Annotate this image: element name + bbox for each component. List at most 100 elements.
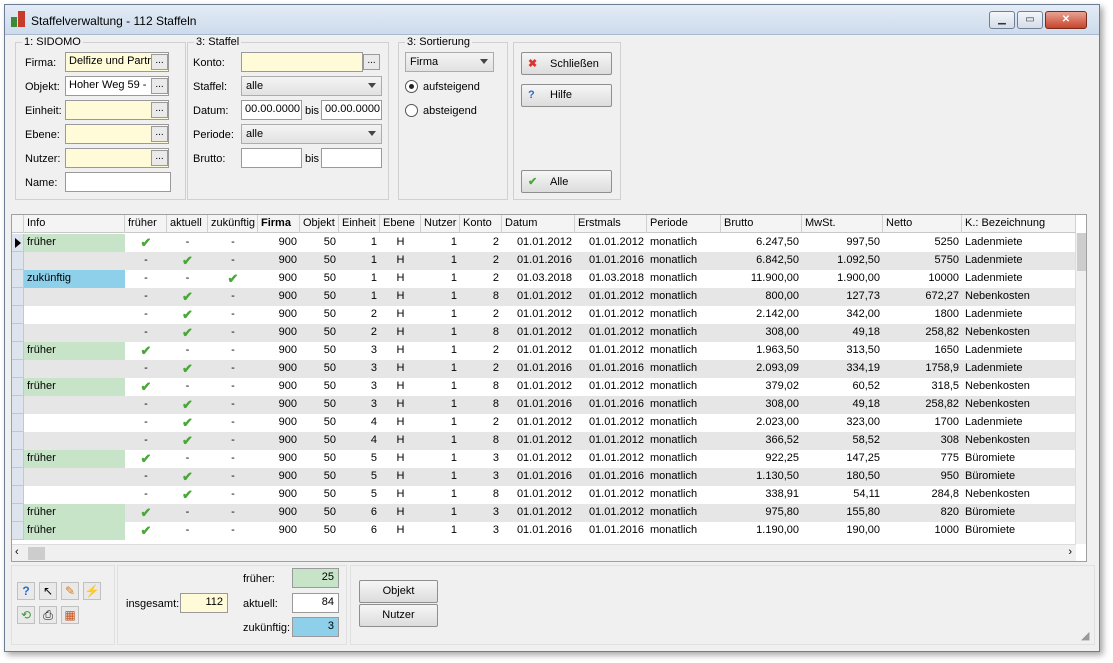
column-header-periode[interactable]: Periode (647, 215, 721, 233)
cell-firma: 900 (278, 506, 297, 518)
einheit-browse-button[interactable]: ... (151, 102, 168, 118)
row-selector[interactable] (12, 360, 24, 378)
staffel-table[interactable]: Info früher aktuell zukünftig Firma Objekt Ein… (11, 214, 1087, 562)
column-header-objekt[interactable]: Objekt (300, 215, 339, 233)
cell-konto: 8 (492, 290, 499, 302)
refresh-icon[interactable]: ⟲ (17, 606, 35, 624)
datum-from-field[interactable]: 00.00.0000 (241, 100, 302, 120)
scroll-right-icon[interactable]: › (1068, 546, 1072, 558)
row-selector[interactable] (12, 234, 24, 252)
firma-browse-button[interactable]: ... (151, 54, 168, 70)
name-label: Name: (25, 177, 58, 189)
row-selector[interactable] (12, 414, 24, 432)
table-row[interactable]: - ✔ - 900 50 2 H 1 2 01.01.2012 01.01.2012 monatlic… (12, 306, 1076, 324)
alle-button[interactable]: ✔ Alle (521, 170, 612, 193)
column-header-ebene[interactable]: Ebene (380, 215, 421, 233)
sort-descending-radio[interactable] (405, 104, 418, 117)
row-selector[interactable] (12, 342, 24, 360)
column-header-nutzer[interactable]: Nutzer (421, 215, 460, 233)
cell-bez: Büromiete (965, 470, 1016, 482)
row-selector[interactable] (12, 504, 24, 522)
nutzer-button[interactable]: Nutzer (359, 604, 438, 627)
brutto-from-field[interactable] (241, 148, 302, 168)
objekt-button[interactable]: Objekt (359, 580, 438, 603)
column-header-datum[interactable]: Datum (502, 215, 575, 233)
sort-field-select[interactable]: Firma (405, 52, 494, 72)
table-row[interactable]: früher ✔ - - 900 50 3 H 1 8 01.01.2012 01.01.2012 mo… (12, 378, 1076, 396)
help-icon[interactable]: ? (17, 582, 35, 600)
scroll-left-icon[interactable]: ‹ (15, 546, 19, 558)
staffel-select-value: alle (246, 80, 264, 92)
column-header-einheit[interactable]: Einheit (339, 215, 380, 233)
name-field[interactable] (65, 172, 171, 192)
konto-field[interactable] (241, 52, 363, 72)
row-selector[interactable] (12, 468, 24, 486)
table-row[interactable]: früher ✔ - - 900 50 1 H 1 2 01.01.2012 01.01.2012 mo… (12, 234, 1076, 252)
column-header-firma[interactable]: Firma (258, 215, 300, 233)
vertical-scrollbar[interactable] (1075, 233, 1086, 544)
table-row[interactable]: - ✔ - 900 50 3 H 1 2 01.01.2016 01.01.2016 monatlic… (12, 360, 1076, 378)
minimize-button[interactable]: ▁ (989, 11, 1015, 29)
sort-ascending-radio[interactable] (405, 80, 418, 93)
periode-select[interactable]: alle (241, 124, 382, 144)
cell-objekt: 50 (323, 398, 336, 410)
vertical-scroll-thumb[interactable] (1077, 233, 1086, 271)
pencil-icon[interactable]: ✎ (61, 582, 79, 600)
print-icon[interactable]: ⎙ (39, 606, 57, 624)
maximize-button[interactable]: ▭ (1017, 11, 1043, 29)
table-row[interactable]: früher ✔ - - 900 50 5 H 1 3 01.01.2012 01.01.2012 mo… (12, 450, 1076, 468)
table-row[interactable]: - ✔ - 900 50 5 H 1 3 01.01.2016 01.01.2016 monatlic… (12, 468, 1076, 486)
column-header-f[interactable]: früher (125, 215, 167, 233)
table-row[interactable]: - ✔ - 900 50 1 H 1 2 01.01.2016 01.01.2016 monatlic… (12, 252, 1076, 270)
row-selector[interactable] (12, 288, 24, 306)
resize-grip-icon[interactable]: ◢ (1081, 629, 1089, 642)
horizontal-scrollbar[interactable]: ‹ › (12, 544, 1076, 561)
row-selector[interactable] (12, 522, 24, 540)
column-header-brutto[interactable]: Brutto (721, 215, 802, 233)
staffel-select[interactable]: alle (241, 76, 382, 96)
table-row[interactable]: - ✔ - 900 50 3 H 1 8 01.01.2016 01.01.2016 monatlic… (12, 396, 1076, 414)
cell-netto: 318,5 (931, 380, 959, 392)
schliessen-button[interactable]: ✖ Schließen (521, 52, 612, 75)
cursor-icon[interactable]: ↖ (39, 582, 57, 600)
table-row[interactable]: früher ✔ - - 900 50 3 H 1 2 01.01.2012 01.01.2012 mo… (12, 342, 1076, 360)
column-header-a[interactable]: aktuell (167, 215, 208, 233)
lightning-icon[interactable]: ⚡ (83, 582, 101, 600)
column-header-bez[interactable]: K.: Bezeichnung (962, 215, 1076, 233)
nutzer-browse-button[interactable]: ... (151, 150, 168, 166)
table-row[interactable]: - ✔ - 900 50 5 H 1 8 01.01.2012 01.01.2012 monatlic… (12, 486, 1076, 504)
row-selector[interactable] (12, 450, 24, 468)
column-header-z[interactable]: zukünftig (208, 215, 258, 233)
close-window-button[interactable]: ✕ (1045, 11, 1087, 29)
column-header-netto[interactable]: Netto (883, 215, 962, 233)
brutto-to-field[interactable] (321, 148, 382, 168)
table-row[interactable]: früher ✔ - - 900 50 6 H 1 3 01.01.2012 01.01.2012 mo… (12, 504, 1076, 522)
row-selector[interactable] (12, 270, 24, 288)
grid-layout-icon[interactable]: ▦ (61, 606, 79, 624)
row-selector[interactable] (12, 378, 24, 396)
table-row[interactable]: - ✔ - 900 50 4 H 1 8 01.01.2012 01.01.2012 monatlic… (12, 432, 1076, 450)
row-selector[interactable] (12, 306, 24, 324)
column-header-mwst[interactable]: MwSt. (802, 215, 883, 233)
row-selector[interactable] (12, 486, 24, 504)
horizontal-scroll-thumb[interactable] (28, 547, 45, 560)
column-header-konto[interactable]: Konto (460, 215, 502, 233)
column-header-erstmals[interactable]: Erstmals (575, 215, 647, 233)
datum-to-field[interactable]: 00.00.0000 (321, 100, 382, 120)
table-row[interactable]: früher ✔ - - 900 50 6 H 1 3 01.01.2016 01.01.2016 mo… (12, 522, 1076, 540)
column-header-info[interactable]: Info (24, 215, 125, 233)
table-row[interactable]: - ✔ - 900 50 4 H 1 2 01.01.2012 01.01.2012 monatlic… (12, 414, 1076, 432)
row-selector[interactable] (12, 324, 24, 342)
hilfe-button[interactable]: ? Hilfe (521, 84, 612, 107)
ebene-browse-button[interactable]: ... (151, 126, 168, 142)
row-selector[interactable] (12, 432, 24, 450)
table-row[interactable]: zukünftig - - ✔ 900 50 1 H 1 2 01.03.2018 01.03.201… (12, 270, 1076, 288)
cell-erstmals: 01.01.2016 (588, 398, 644, 410)
cell-objekt: 50 (323, 380, 336, 392)
table-row[interactable]: - ✔ - 900 50 1 H 1 8 01.01.2012 01.01.2012 monatlic… (12, 288, 1076, 306)
konto-browse-button[interactable]: ... (363, 54, 380, 70)
row-selector[interactable] (12, 396, 24, 414)
table-row[interactable]: - ✔ - 900 50 2 H 1 8 01.01.2012 01.01.2012 monatlic… (12, 324, 1076, 342)
objekt-browse-button[interactable]: ... (151, 78, 168, 94)
row-selector[interactable] (12, 252, 24, 270)
